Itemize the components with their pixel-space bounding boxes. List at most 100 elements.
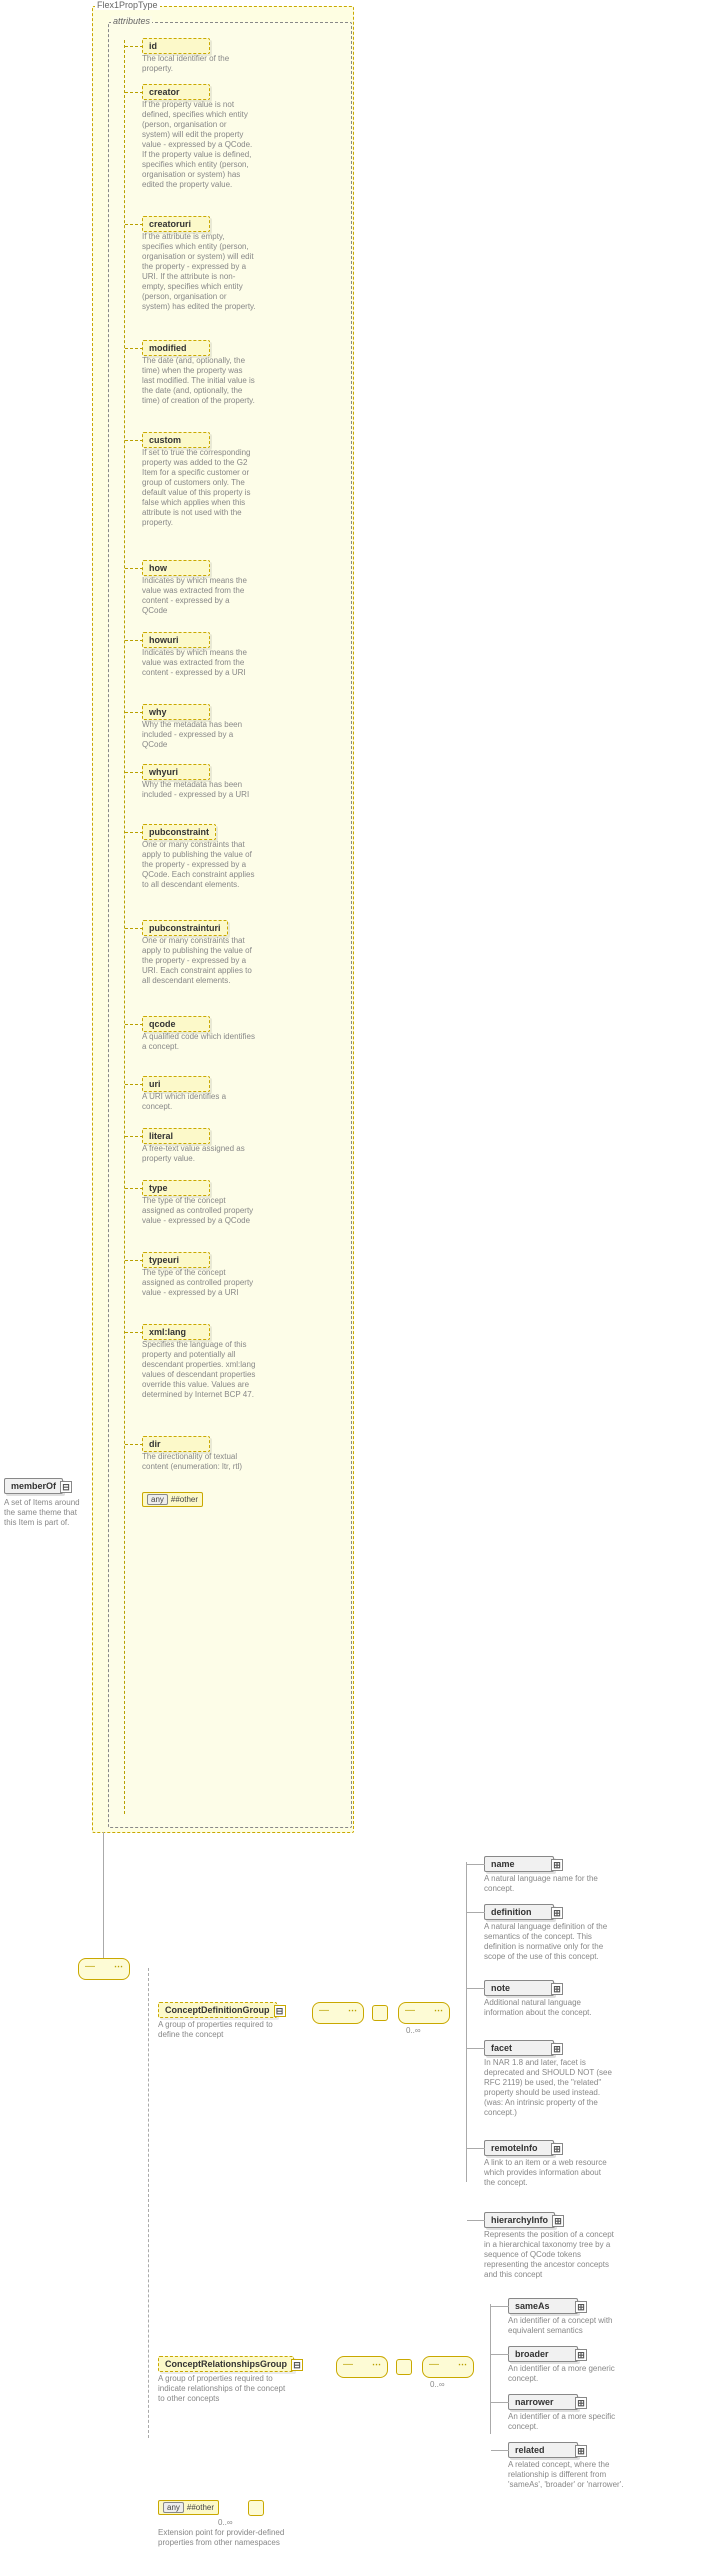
attr-custom-label: custom: [149, 435, 181, 445]
def-seq-indicator: [398, 2002, 450, 2024]
attr-dir[interactable]: dir: [142, 1436, 210, 1452]
attr-howuri[interactable]: howuri: [142, 632, 210, 648]
attr-qcode-label: qcode: [149, 1019, 176, 1029]
attr-pubconstraint-label: pubconstraint: [149, 827, 209, 837]
attr-custom[interactable]: custom: [142, 432, 210, 448]
attr-modified[interactable]: modified: [142, 340, 210, 356]
attr-id[interactable]: id: [142, 38, 210, 54]
attr-how-desc: Indicates by which means the value was e…: [142, 576, 256, 616]
attr-creatoruri-label: creatoruri: [149, 219, 191, 229]
attr-uri-desc: A URI which identifies a concept.: [142, 1092, 256, 1112]
def-choice-indicator: [312, 2002, 364, 2024]
attr-pubconstrainturi[interactable]: pubconstrainturi: [142, 920, 228, 936]
attr-pubconstrainturi-desc: One or many constraints that apply to pu…: [142, 936, 256, 986]
elem-definition-desc: A natural language definition of the sem…: [484, 1922, 614, 1962]
attr-why[interactable]: why: [142, 704, 210, 720]
attr-howuri-desc: Indicates by which means the value was e…: [142, 648, 256, 678]
attr-pubconstraint-desc: One or many constraints that apply to pu…: [142, 840, 256, 890]
attr-how-label: how: [149, 563, 167, 573]
elem-definition[interactable]: definition: [484, 1904, 554, 1920]
extension-any-other: any##other: [158, 2500, 219, 2515]
elem-narrower-label: narrower: [515, 2397, 554, 2407]
attr-xmllang-desc: Specifies the language of this property …: [142, 1340, 256, 1400]
attr-how[interactable]: how: [142, 560, 210, 576]
sequence-indicator: [78, 1958, 130, 1980]
concept-relationships-group-desc: A group of properties required to indica…: [158, 2374, 288, 2404]
attr-typeuri[interactable]: typeuri: [142, 1252, 210, 1268]
elem-sameAs-label: sameAs: [515, 2301, 550, 2311]
attr-literal-desc: A free-text value assigned as property v…: [142, 1144, 256, 1164]
attr-creatoruri[interactable]: creatoruri: [142, 216, 210, 232]
attr-qcode[interactable]: qcode: [142, 1016, 210, 1032]
rel-choice-indicator: [336, 2356, 388, 2378]
attr-creator[interactable]: creator: [142, 84, 210, 100]
attr-typeuri-label: typeuri: [149, 1255, 179, 1265]
type-title: Flex1PropType: [95, 0, 160, 10]
memberOf-label: memberOf: [11, 1481, 56, 1491]
attr-uri[interactable]: uri: [142, 1076, 210, 1092]
attr-xmllang-label: xml:lang: [149, 1327, 186, 1337]
attr-whyuri[interactable]: whyuri: [142, 764, 210, 780]
memberOf-element[interactable]: memberOf: [4, 1478, 63, 1494]
line-main-branch: [148, 1968, 149, 2438]
attr-pubconstrainturi-label: pubconstrainturi: [149, 923, 221, 933]
elem-hierarchyInfo-label: hierarchyInfo: [491, 2215, 548, 2225]
elem-name-label: name: [491, 1859, 515, 1869]
attr-any-other-label: ##other: [171, 1495, 198, 1504]
elem-remoteInfo-label: remoteInfo: [491, 2143, 538, 2153]
elem-broader[interactable]: broader: [508, 2346, 578, 2362]
extension-desc: Extension point for provider-defined pro…: [158, 2528, 308, 2548]
def-stub: [372, 2005, 388, 2021]
attr-type-desc: The type of the concept assigned as cont…: [142, 1196, 256, 1226]
attr-dir-label: dir: [149, 1439, 161, 1449]
line-def-children: [466, 1862, 467, 2182]
elem-note-label: note: [491, 1983, 510, 1993]
rel-seq-indicator: [422, 2356, 474, 2378]
attr-creatoruri-desc: If the attribute is empty, specifies whi…: [142, 232, 256, 312]
elem-definition-label: definition: [491, 1907, 532, 1917]
attr-type[interactable]: type: [142, 1180, 210, 1196]
elem-sameAs-desc: An identifier of a concept with equivale…: [508, 2316, 638, 2336]
attr-modified-desc: The date (and, optionally, the time) whe…: [142, 356, 256, 406]
attr-type-label: type: [149, 1183, 168, 1193]
attr-id-label: id: [149, 41, 157, 51]
concept-definition-group-desc: A group of properties required to define…: [158, 2020, 288, 2040]
extension-any-other-label: ##other: [187, 2503, 214, 2512]
concept-definition-group[interactable]: ConceptDefinitionGroup: [158, 2002, 277, 2018]
elem-name-desc: A natural language name for the concept.: [484, 1874, 614, 1894]
attributes-label: attributes: [111, 16, 152, 26]
line-sequence-up: [103, 1832, 104, 1958]
line-rel-children: [490, 2304, 491, 2434]
elem-facet[interactable]: facet: [484, 2040, 554, 2056]
elem-hierarchyInfo[interactable]: hierarchyInfo: [484, 2212, 555, 2228]
elem-note[interactable]: note: [484, 1980, 554, 1996]
attr-xmllang[interactable]: xml:lang: [142, 1324, 210, 1340]
elem-broader-label: broader: [515, 2349, 549, 2359]
elem-narrower[interactable]: narrower: [508, 2394, 578, 2410]
elem-hierarchyInfo-desc: Represents the position of a concept in …: [484, 2230, 614, 2280]
concept-relationships-group-label: ConceptRelationshipsGroup: [165, 2359, 287, 2369]
attr-dir-desc: The directionality of textual content (e…: [142, 1452, 256, 1472]
attr-literal[interactable]: literal: [142, 1128, 210, 1144]
attr-uri-label: uri: [149, 1079, 161, 1089]
rel-card: 0..∞: [430, 2380, 445, 2389]
attr-literal-label: literal: [149, 1131, 173, 1141]
attr-any-other: any##other: [142, 1492, 203, 1507]
attr-pubconstraint[interactable]: pubconstraint: [142, 824, 216, 840]
attr-creator-label: creator: [149, 87, 180, 97]
attr-typeuri-desc: The type of the concept assigned as cont…: [142, 1268, 256, 1298]
elem-name[interactable]: name: [484, 1856, 554, 1872]
attr-howuri-label: howuri: [149, 635, 179, 645]
elem-related-desc: A related concept, where the relationshi…: [508, 2460, 638, 2490]
elem-sameAs[interactable]: sameAs: [508, 2298, 578, 2314]
elem-remoteInfo[interactable]: remoteInfo: [484, 2140, 554, 2156]
elem-related[interactable]: related: [508, 2442, 578, 2458]
elem-remoteInfo-desc: A link to an item or a web resource whic…: [484, 2158, 614, 2188]
attr-id-desc: The local identifier of the property.: [142, 54, 256, 74]
extension-stub: [248, 2500, 264, 2516]
attr-whyuri-label: whyuri: [149, 767, 178, 777]
attr-qcode-desc: A qualified code which identifies a conc…: [142, 1032, 256, 1052]
concept-relationships-group[interactable]: ConceptRelationshipsGroup: [158, 2356, 294, 2372]
elem-note-desc: Additional natural language information …: [484, 1998, 614, 2018]
concept-definition-group-label: ConceptDefinitionGroup: [165, 2005, 270, 2015]
